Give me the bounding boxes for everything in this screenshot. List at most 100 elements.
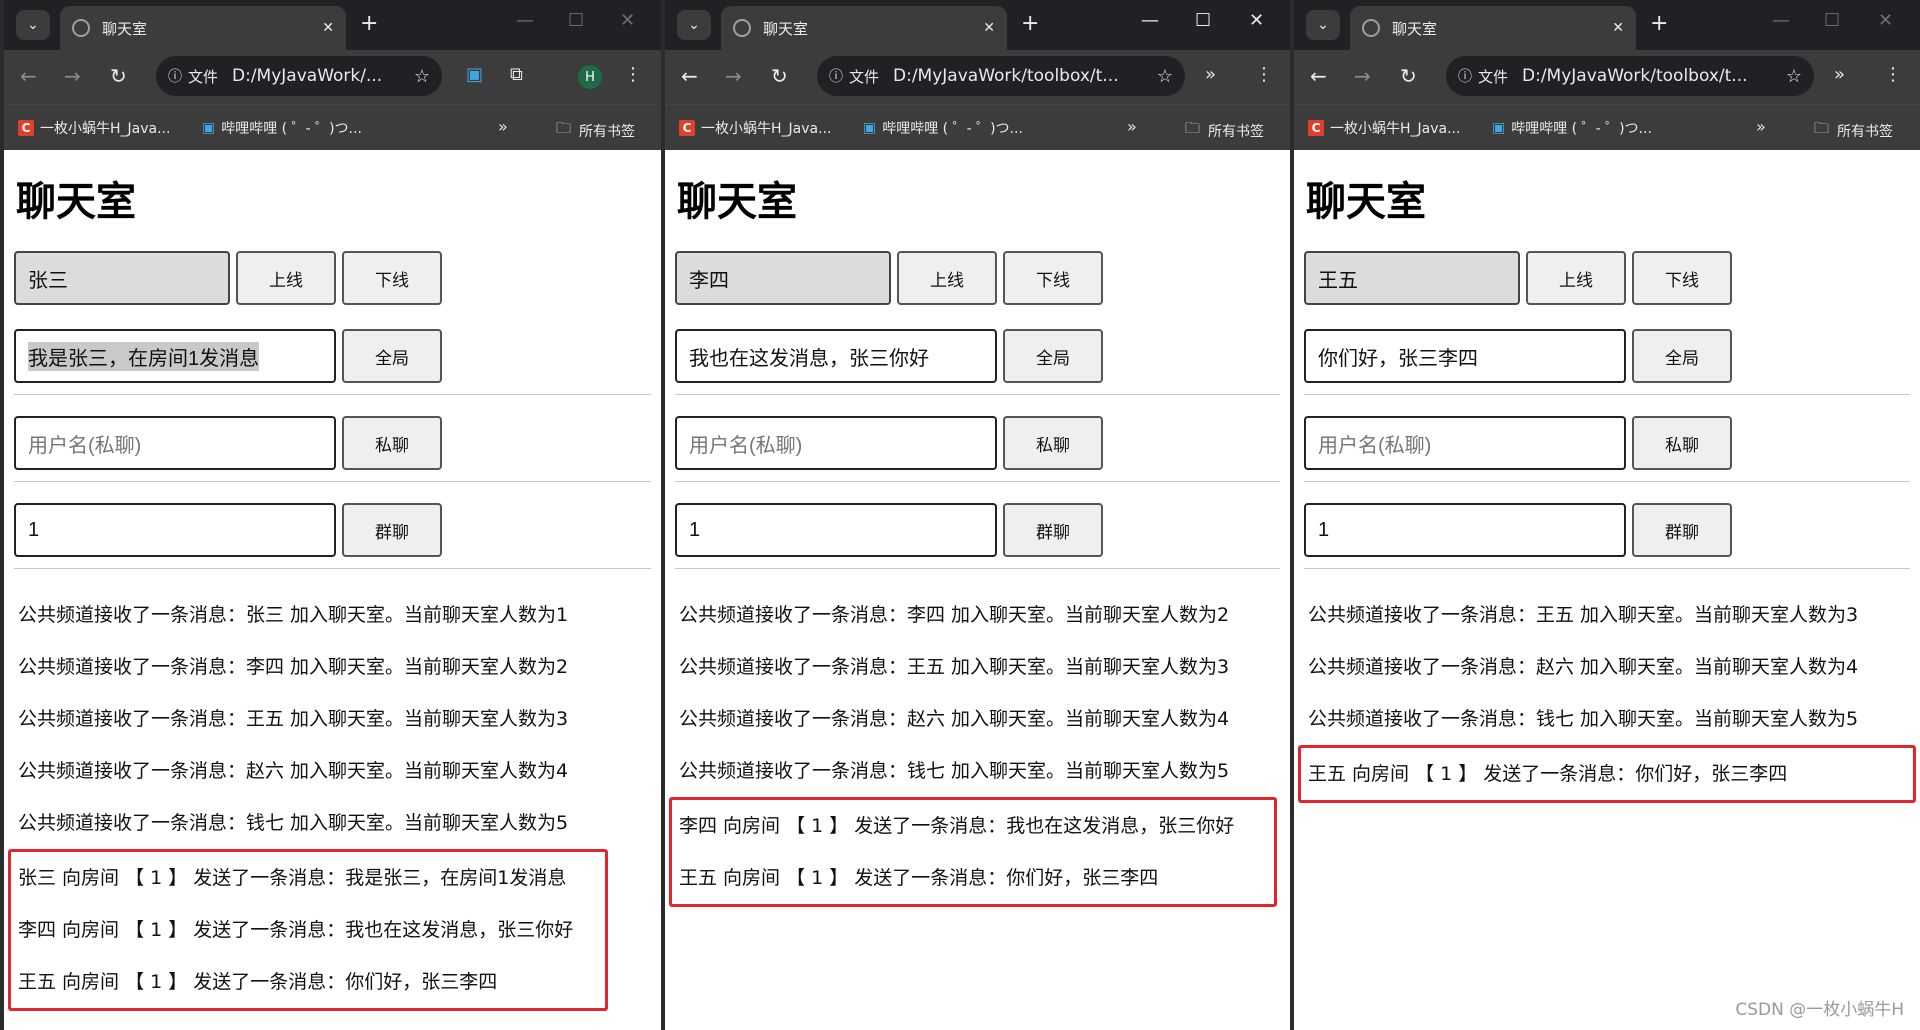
extensions-overflow-icon[interactable]: » xyxy=(1834,64,1845,85)
tab-search-icon[interactable]: ⌄ xyxy=(16,10,50,40)
extensions-puzzle-icon[interactable]: ⧉ xyxy=(510,64,523,85)
extensions-overflow-icon[interactable]: » xyxy=(1205,64,1216,85)
maximize-icon[interactable]: ☐ xyxy=(568,10,584,31)
maximize-icon[interactable]: ☐ xyxy=(1824,10,1840,31)
list-item: 公共频道接收了一条消息：王五 加入聊天室。当前聊天室人数为3 xyxy=(18,708,569,730)
profile-avatar[interactable]: H xyxy=(578,65,602,89)
broadcast-row: 我是张三，在房间1发消息 全局 xyxy=(14,328,651,384)
group-chat-button[interactable]: 群聊 xyxy=(1632,503,1732,557)
new-tab-icon[interactable]: + xyxy=(1650,12,1668,36)
close-window-icon[interactable]: ✕ xyxy=(1878,10,1893,31)
message-input[interactable]: 我也在这发消息，张三你好 xyxy=(675,329,997,383)
offline-button[interactable]: 下线 xyxy=(1003,251,1103,305)
menu-kebab-icon[interactable]: ⋮ xyxy=(1884,64,1902,85)
back-icon[interactable]: ← xyxy=(681,64,698,88)
broadcast-button[interactable]: 全局 xyxy=(1632,329,1732,383)
new-tab-icon[interactable]: + xyxy=(1021,12,1039,36)
close-tab-icon[interactable]: ✕ xyxy=(983,20,995,36)
username-field[interactable]: 李四 xyxy=(675,251,891,305)
offline-button[interactable]: 下线 xyxy=(1632,251,1732,305)
tab-chatroom[interactable]: 聊天室 ✕ xyxy=(60,6,346,50)
info-icon[interactable]: ⓘ xyxy=(829,66,843,86)
username-field[interactable]: 王五 xyxy=(1304,251,1520,305)
offline-button[interactable]: 下线 xyxy=(342,251,442,305)
user-row: 王五 上线 下线 xyxy=(1304,250,1910,306)
group-id-input[interactable]: 1 xyxy=(14,503,336,557)
address-bar[interactable]: ⓘ 文件 D:/MyJavaWork/toolbox/t... ☆ xyxy=(817,56,1185,96)
reload-icon[interactable]: ↻ xyxy=(110,64,127,88)
address-bar[interactable]: ⓘ 文件 D:/MyJavaWork/... ☆ xyxy=(156,56,442,96)
private-chat-button[interactable]: 私聊 xyxy=(1632,416,1732,470)
group-chat-button[interactable]: 群聊 xyxy=(1003,503,1103,557)
minimize-icon[interactable]: — xyxy=(1772,10,1790,31)
bookmark-csdn[interactable]: C 一枚小蜗牛H_Java... xyxy=(679,118,831,138)
back-icon[interactable]: ← xyxy=(1310,64,1327,88)
user-row: 张三 上线 下线 xyxy=(14,250,651,306)
reload-icon[interactable]: ↻ xyxy=(771,64,788,88)
all-bookmarks[interactable]: 🗀 所有书签 xyxy=(1814,118,1893,143)
address-bar[interactable]: ⓘ 文件 D:/MyJavaWork/toolbox/t... ☆ xyxy=(1446,56,1814,96)
back-icon[interactable]: ← xyxy=(20,64,37,88)
broadcast-button[interactable]: 全局 xyxy=(1003,329,1103,383)
tab-chatroom[interactable]: 聊天室 ✕ xyxy=(721,6,1007,50)
bookmark-csdn[interactable]: C 一枚小蜗牛H_Java... xyxy=(1308,118,1460,138)
list-item: 公共频道接收了一条消息：钱七 加入聊天室。当前聊天室人数为5 xyxy=(679,760,1230,782)
close-window-icon[interactable]: ✕ xyxy=(1249,10,1264,31)
message-input[interactable]: 你们好，张三李四 xyxy=(1304,329,1626,383)
minimize-icon[interactable]: — xyxy=(1141,10,1159,31)
navigation-toolbar: ← → ↻ ⓘ 文件 D:/MyJavaWork/... ☆ ▣ ⧉ H ⋮ xyxy=(4,50,661,104)
menu-kebab-icon[interactable]: ⋮ xyxy=(624,64,642,85)
group-row: 1 群聊 xyxy=(14,502,651,558)
private-username-input[interactable]: 用户名(私聊) xyxy=(14,416,336,470)
menu-kebab-icon[interactable]: ⋮ xyxy=(1255,64,1273,85)
private-username-input[interactable]: 用户名(私聊) xyxy=(675,416,997,470)
broadcast-button[interactable]: 全局 xyxy=(342,329,442,383)
info-icon[interactable]: ⓘ xyxy=(1458,66,1472,86)
tab-chatroom[interactable]: 聊天室 ✕ xyxy=(1350,6,1636,50)
new-tab-icon[interactable]: + xyxy=(360,12,378,36)
private-chat-button[interactable]: 私聊 xyxy=(342,416,442,470)
message-text: 我是张三，在房间1发消息 xyxy=(28,341,260,371)
username-field[interactable]: 张三 xyxy=(14,251,230,305)
private-chat-button[interactable]: 私聊 xyxy=(1003,416,1103,470)
bookmark-bilibili[interactable]: ▣ 哔哩哔哩 ( ゜- ゜)つ... xyxy=(1492,118,1652,138)
forward-icon[interactable]: → xyxy=(725,64,742,88)
bookmark-star-icon[interactable]: ☆ xyxy=(414,66,430,87)
bookmark-csdn[interactable]: C 一枚小蜗牛H_Java... xyxy=(18,118,170,138)
all-bookmarks[interactable]: 🗀 所有书签 xyxy=(556,118,635,143)
group-id-input[interactable]: 1 xyxy=(1304,503,1626,557)
browser-window-lisi: ⌄ 聊天室 ✕ + — ☐ ✕ ← → ↻ ⓘ 文件 D:/MyJavaWork… xyxy=(665,0,1290,1030)
group-chat-button[interactable]: 群聊 xyxy=(342,503,442,557)
close-tab-icon[interactable]: ✕ xyxy=(322,20,334,36)
bookmark-star-icon[interactable]: ☆ xyxy=(1157,66,1173,87)
bookmarks-overflow-icon[interactable]: » xyxy=(1756,117,1766,136)
online-button[interactable]: 上线 xyxy=(1526,251,1626,305)
bookmark-bilibili[interactable]: ▣ 哔哩哔哩 ( ゜- ゜)つ... xyxy=(202,118,362,138)
online-button[interactable]: 上线 xyxy=(897,251,997,305)
bookmarks-overflow-icon[interactable]: » xyxy=(1127,117,1137,136)
bookmarks-overflow-icon[interactable]: » xyxy=(498,117,508,136)
forward-icon[interactable]: → xyxy=(1354,64,1371,88)
private-username-input[interactable]: 用户名(私聊) xyxy=(1304,416,1626,470)
reload-icon[interactable]: ↻ xyxy=(1400,64,1417,88)
info-icon[interactable]: ⓘ xyxy=(168,66,182,86)
close-window-icon[interactable]: ✕ xyxy=(620,10,635,31)
group-id-input[interactable]: 1 xyxy=(675,503,997,557)
room-messages-highlight: 张三 向房间 【 1 】 发送了一条消息：我是张三，在房间1发消息 李四 向房间… xyxy=(8,849,608,1011)
all-bookmarks[interactable]: 🗀 所有书签 xyxy=(1185,118,1264,143)
tv-extension-icon[interactable]: ▣ xyxy=(466,64,483,85)
close-tab-icon[interactable]: ✕ xyxy=(1612,20,1624,36)
online-button[interactable]: 上线 xyxy=(236,251,336,305)
tab-search-icon[interactable]: ⌄ xyxy=(1306,10,1340,40)
forward-icon[interactable]: → xyxy=(64,64,81,88)
bookmark-bilibili[interactable]: ▣ 哔哩哔哩 ( ゜- ゜)つ... xyxy=(863,118,1023,138)
bookmark-star-icon[interactable]: ☆ xyxy=(1786,66,1802,87)
list-item: 王五 向房间 【 1 】 发送了一条消息：你们好，张三李四 xyxy=(679,867,1159,889)
maximize-icon[interactable]: ☐ xyxy=(1195,10,1211,31)
minimize-icon[interactable]: — xyxy=(516,10,534,31)
bilibili-icon: ▣ xyxy=(1492,120,1506,136)
chat-page: 聊天室 王五 上线 下线 你们好，张三李四 全局 用户名(私聊) 私聊 1 群聊… xyxy=(1294,150,1920,803)
message-input[interactable]: 我是张三，在房间1发消息 xyxy=(14,329,336,383)
tab-search-icon[interactable]: ⌄ xyxy=(677,10,711,40)
bilibili-icon: ▣ xyxy=(863,120,877,136)
